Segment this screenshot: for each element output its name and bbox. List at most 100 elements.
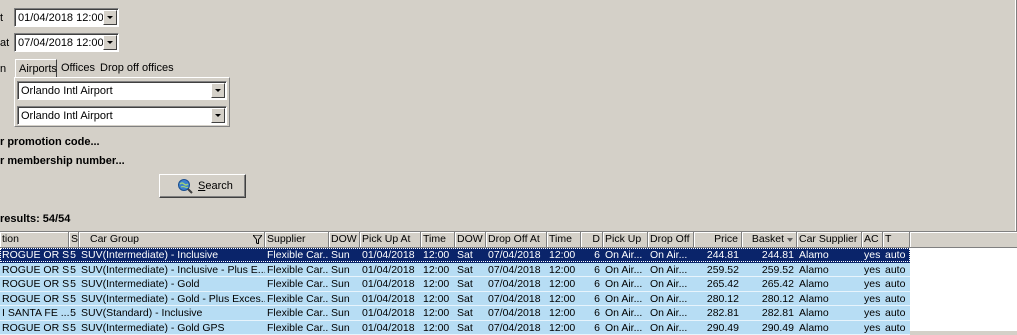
col-header-transmission[interactable]: T (883, 232, 910, 248)
table-cell: Flexible Car... (265, 306, 329, 320)
dropoff-datetime-field[interactable]: 07/04/2018 12:00 (14, 33, 119, 52)
tab-airports[interactable]: Airports (15, 59, 57, 77)
col-header-filler (910, 232, 1017, 248)
col-header-car-group[interactable]: Car Group (79, 232, 265, 248)
col-header-dropoff-location[interactable]: Drop Off (648, 232, 694, 248)
table-cell: 5 (69, 292, 79, 306)
pickup-location-select[interactable]: Orlando Intl Airport (17, 81, 227, 100)
table-cell: On Air... (603, 263, 648, 277)
table-cell: 5 (69, 263, 79, 277)
table-cell: 07/04/2018 (486, 292, 547, 306)
table-cell: SUV(Intermediate) - Gold GPS (79, 321, 265, 335)
col-header-seats[interactable]: S (69, 232, 79, 248)
table-cell: I SANTA FE ... (0, 306, 69, 320)
col-header-price-label: Price (714, 233, 738, 245)
col-header-basket-label: Basket (752, 233, 784, 245)
table-cell: Alamo (797, 306, 862, 320)
table-cell: auto (883, 277, 910, 291)
tab-offices[interactable]: Offices (58, 59, 98, 77)
table-cell: auto (883, 263, 910, 277)
dropoff-location-select[interactable]: Orlando Intl Airport (17, 106, 227, 125)
table-row[interactable]: ROGUE OR S...5SUV(Intermediate) - Gold G… (0, 321, 910, 335)
table-cell: 259.52 (742, 263, 797, 277)
col-header-pickup-time[interactable]: Time (421, 232, 455, 248)
table-row[interactable]: I SANTA FE ...5SUV(Standard) - Inclusive… (0, 306, 910, 321)
col-header-dropoff-dow[interactable]: DOW (455, 232, 486, 248)
pickup-label: t (0, 12, 3, 24)
table-cell: ROGUE OR S... (0, 277, 69, 291)
table-row[interactable]: ROGUE OR S...5SUV(Intermediate) - Inclus… (0, 248, 910, 263)
table-cell: ROGUE OR S... (0, 292, 69, 306)
table-cell: 12:00 (547, 292, 581, 306)
col-header-days-label: D (592, 233, 600, 245)
col-header-dropoff-time[interactable]: Time (547, 232, 581, 248)
table-cell: yes (862, 292, 883, 306)
col-header-pickup-at-label: Pick Up At (362, 233, 410, 245)
pickup-datetime-dropdown-button[interactable] (103, 10, 117, 25)
table-cell: 259.52 (694, 263, 742, 277)
table-cell: 12:00 (547, 263, 581, 277)
table-cell: On Air... (648, 292, 694, 306)
col-header-supplier-label: Supplier (267, 233, 306, 245)
pickup-location-dropdown-button[interactable] (211, 83, 225, 98)
table-row[interactable]: ROGUE OR S...5SUV(Intermediate) - GoldFl… (0, 277, 910, 292)
table-row[interactable]: ROGUE OR S...5SUV(Intermediate) - Inclus… (0, 263, 910, 278)
table-cell: 290.49 (694, 321, 742, 335)
globe-search-icon (177, 178, 193, 194)
col-header-car-supplier[interactable]: Car Supplier (797, 232, 862, 248)
table-cell: Sun (329, 292, 360, 306)
filter-icon[interactable] (253, 235, 262, 244)
table-cell: Flexible Car... (265, 277, 329, 291)
table-cell: 07/04/2018 (486, 263, 547, 277)
table-cell: 5 (69, 277, 79, 291)
search-button[interactable]: Search (159, 174, 246, 198)
table-cell: On Air... (603, 321, 648, 335)
table-cell: Sun (329, 277, 360, 291)
table-cell: 6 (581, 306, 603, 320)
table-row[interactable]: ROGUE OR S...5SUV(Intermediate) - Gold -… (0, 292, 910, 307)
col-header-dropoff-at[interactable]: Drop Off At (486, 232, 547, 248)
table-cell: Sat (455, 321, 486, 335)
table-cell: Flexible Car... (265, 321, 329, 335)
dropoff-datetime-value: 07/04/2018 12:00 (18, 37, 104, 49)
col-header-price[interactable]: Price (694, 232, 742, 248)
dropoff-label: at (0, 37, 9, 49)
col-header-basket[interactable]: Basket (742, 232, 797, 248)
col-header-ac[interactable]: AC (862, 232, 883, 248)
col-header-pickup-dow[interactable]: DOW (329, 232, 360, 248)
table-cell: Sun (329, 263, 360, 277)
table-cell: 5 (69, 306, 79, 320)
col-header-pickup-location-label: Pick Up (605, 233, 641, 245)
dropoff-datetime-dropdown-button[interactable] (103, 35, 117, 50)
table-cell: 12:00 (421, 321, 455, 335)
results-grid[interactable]: tion S Car Group Supplier DOW Pick Up At… (0, 231, 1017, 331)
table-cell: auto (883, 292, 910, 306)
membership-number-link[interactable]: r membership number... (0, 155, 125, 167)
table-cell: 280.12 (694, 292, 742, 306)
table-cell: Sun (329, 306, 360, 320)
pickup-datetime-value: 01/04/2018 12:00 (18, 12, 104, 24)
table-cell: 01/04/2018 (360, 263, 421, 277)
col-header-pickup-at[interactable]: Pick Up At (360, 232, 421, 248)
table-cell: On Air... (648, 306, 694, 320)
table-cell: 01/04/2018 (360, 277, 421, 291)
tab-drop-off-offices[interactable]: Drop off offices (97, 59, 177, 77)
tab-drop-off-offices-label: Drop off offices (100, 62, 174, 74)
col-header-supplier[interactable]: Supplier (265, 232, 329, 248)
col-header-location[interactable]: tion (0, 232, 69, 248)
table-cell: On Air... (648, 263, 694, 277)
table-cell: 282.81 (694, 306, 742, 320)
table-cell: On Air... (648, 321, 694, 335)
table-cell: Alamo (797, 321, 862, 335)
results-count: results: 54/54 (0, 213, 70, 225)
table-cell: yes (862, 277, 883, 291)
table-cell: SUV(Standard) - Inclusive (79, 306, 265, 320)
dropoff-location-dropdown-button[interactable] (211, 108, 225, 123)
pickup-datetime-field[interactable]: 01/04/2018 12:00 (14, 8, 119, 27)
table-cell: 12:00 (547, 321, 581, 335)
col-header-pickup-location[interactable]: Pick Up (603, 232, 648, 248)
table-cell: yes (862, 263, 883, 277)
col-header-days[interactable]: D (581, 232, 603, 248)
promotion-code-link[interactable]: r promotion code... (0, 136, 100, 148)
table-cell: On Air... (603, 306, 648, 320)
